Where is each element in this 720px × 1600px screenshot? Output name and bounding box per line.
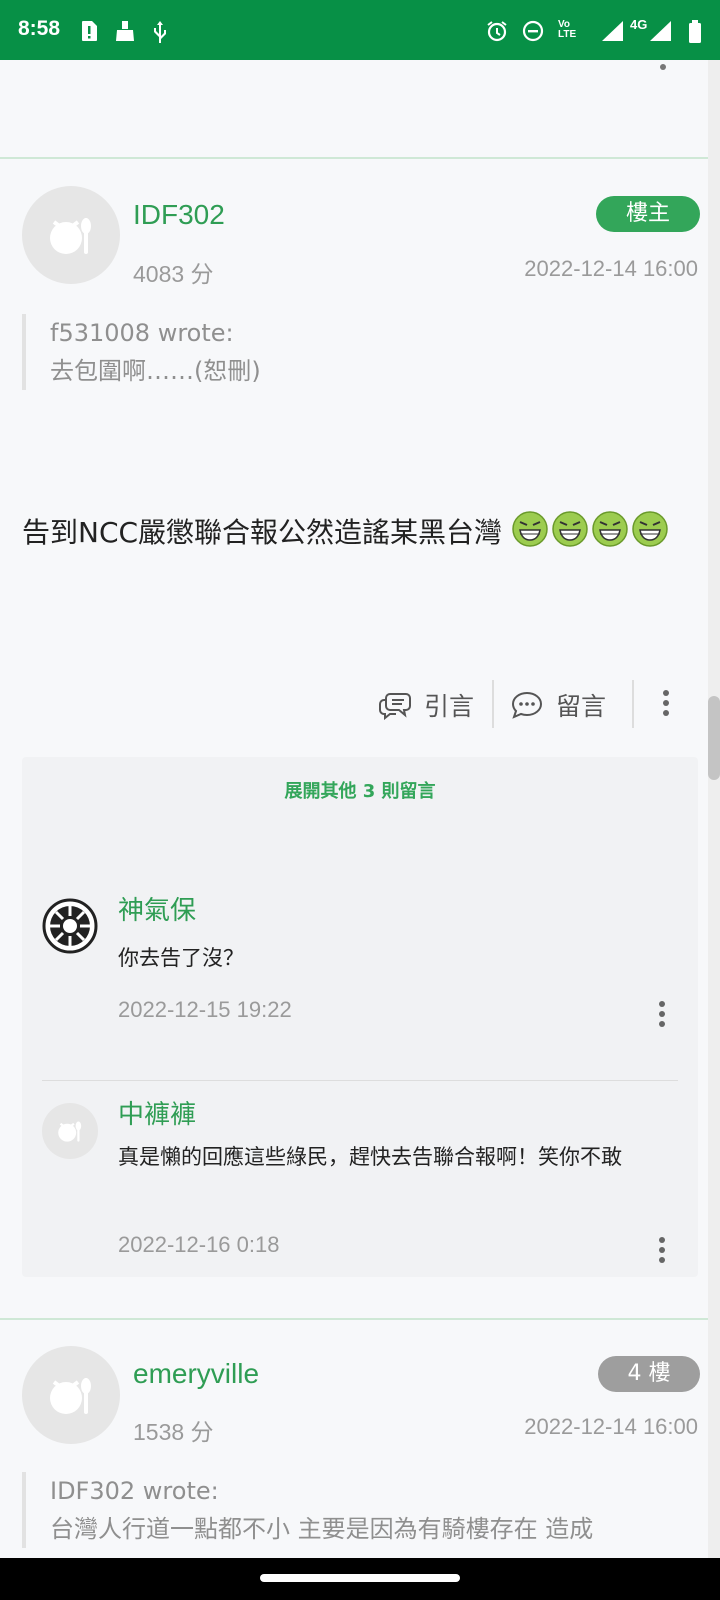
post-score: 1538 分 [133, 1419, 214, 1445]
network-type: 4G [630, 17, 648, 32]
alarm-icon [487, 21, 507, 42]
volte-indicator: Vo LTE [558, 19, 577, 40]
action-separator [632, 680, 634, 728]
comments-section: 展開其他 3 則留言 神氣保 你去告了沒？ 2022-12-15 19:22 中… [22, 757, 698, 1277]
cleaner-icon [116, 21, 134, 41]
comment-text: 真是懶的回應這些綠民，趕快去告聯合報啊！笑你不敢 [118, 1145, 622, 1169]
comment-avatar[interactable] [42, 898, 98, 954]
system-nav-bar [0, 1558, 720, 1600]
comment-avatar[interactable] [42, 1103, 98, 1159]
default-avatar-icon [50, 1378, 91, 1414]
signal-icon [602, 21, 623, 41]
quote-button[interactable]: 引言 [378, 680, 474, 730]
grin-emoji-icon [552, 511, 588, 547]
post-more-button[interactable] [662, 690, 670, 720]
floor-badge: 4 樓 [598, 1356, 700, 1392]
post-username[interactable]: IDF302 [133, 199, 225, 231]
comment-timestamp: 2022-12-16 0:18 [118, 1232, 280, 1257]
quote-block: f531008 wrote: 去包圍啊……(恕刪) [22, 314, 702, 390]
post-score: 4083 分 [133, 261, 214, 287]
default-avatar-icon [50, 218, 91, 254]
expand-comments-link[interactable]: 展開其他 3 則留言 [22, 777, 698, 803]
scrollbar-track[interactable] [708, 60, 720, 1558]
avatar[interactable] [22, 186, 120, 284]
usb-icon [154, 21, 166, 43]
post-timestamp: 2022-12-14 16:00 [524, 1414, 698, 1439]
post-body-text: 告到NCC嚴懲聯合報公然造謠某黑台灣 [22, 516, 503, 549]
quote-button-label: 引言 [424, 692, 475, 721]
post-divider [0, 157, 720, 159]
comment-username[interactable]: 中褲褲 [118, 1094, 196, 1131]
quote-text: 去包圍啊……(恕刪) [50, 357, 261, 385]
post-username[interactable]: emeryville [133, 1358, 259, 1390]
quote-author: IDF302 wrote: [50, 1477, 219, 1505]
post-timestamp: 2022-12-14 16:00 [524, 256, 698, 281]
comment-button[interactable]: 留言 [510, 680, 606, 730]
thread-content[interactable]: IDF302 樓主 4083 分 2022-12-14 16:00 f53100… [0, 60, 720, 1558]
comment-timestamp: 2022-12-15 19:22 [118, 997, 292, 1022]
default-avatar-icon [58, 1121, 82, 1142]
quote-block: IDF302 wrote: 台灣人行道一點都不小 主要是因為有騎樓存在 造成 [22, 1472, 702, 1548]
battery-icon [689, 20, 701, 43]
comment-divider [42, 1080, 678, 1081]
dnd-icon [522, 20, 544, 42]
grin-emoji-icon [592, 511, 628, 547]
comment-text: 你去告了沒？ [118, 946, 244, 970]
status-bar: 8:58 Vo LTE 4G [0, 0, 720, 60]
comment-button-label: 留言 [556, 692, 607, 721]
grin-emoji-icon [512, 511, 548, 547]
home-gesture-handle[interactable] [260, 1574, 460, 1582]
quote-author: f531008 wrote: [50, 319, 234, 347]
scrollbar-thumb[interactable] [708, 696, 720, 780]
thread-owner-badge: 樓主 [596, 196, 700, 232]
action-separator [492, 680, 494, 728]
status-time: 8:58 [18, 17, 61, 40]
post-divider [0, 1318, 720, 1320]
signal-icon-2 [650, 21, 671, 41]
sim-alert-icon [82, 21, 97, 41]
more-dot-fragment [660, 64, 666, 70]
grin-emoji-icon [632, 511, 668, 547]
quote-bubble-icon [379, 693, 411, 720]
post-body: 告到NCC嚴懲聯合報公然造謠某黑台灣 [22, 506, 698, 560]
comment-bubble-icon [511, 691, 543, 719]
avatar[interactable] [22, 1346, 120, 1444]
quote-text: 台灣人行道一點都不小 主要是因為有騎樓存在 造成 [50, 1515, 594, 1543]
comment-more-button[interactable] [658, 1237, 666, 1267]
comment-username[interactable]: 神氣保 [118, 890, 196, 927]
comment-more-button[interactable] [658, 1001, 666, 1031]
